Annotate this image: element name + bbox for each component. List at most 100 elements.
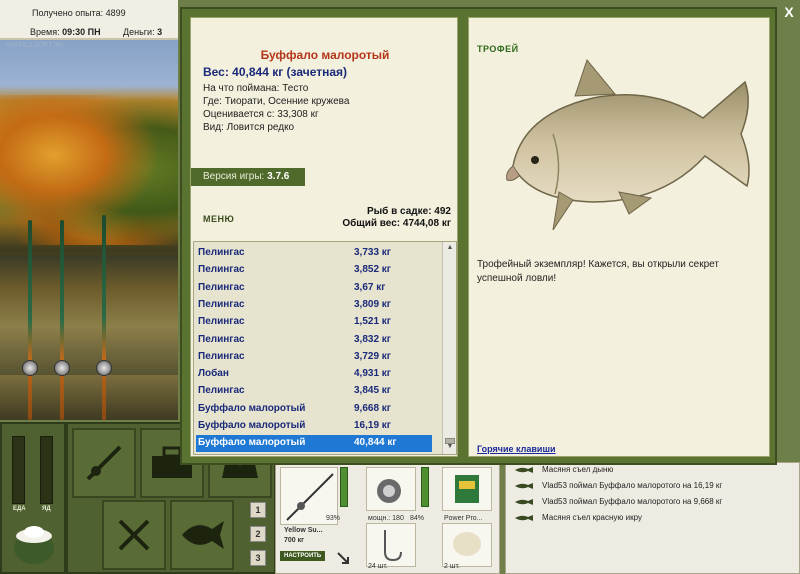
fishing-rod-1[interactable] bbox=[28, 220, 32, 420]
time-label: Время: bbox=[30, 27, 60, 37]
catch-fish-name: Пелингас bbox=[198, 385, 245, 397]
xp-value: 4899 bbox=[105, 8, 126, 18]
slot-button-2[interactable]: 2 bbox=[250, 526, 266, 542]
rod-weight: 700 кг bbox=[284, 537, 305, 544]
money-value: 3 bbox=[157, 27, 163, 37]
trophy-label: ТРОФЕЙ bbox=[477, 44, 519, 54]
keepnet-dialog: Буффало малоротый Вес: 40,844 кг (зачетн… bbox=[180, 7, 777, 465]
money-readout: Деньги: 3 bbox=[123, 27, 162, 37]
food-gauge-label: ЕДА bbox=[13, 506, 26, 512]
keepnet-button[interactable] bbox=[170, 500, 234, 570]
reel-slot[interactable] bbox=[366, 467, 416, 511]
catch-row[interactable]: Буффало малоротый 40,844 кг bbox=[196, 435, 432, 453]
scroll-down-arrow-icon[interactable]: ▼ bbox=[445, 442, 455, 452]
log-text: Масяня съел красную икру bbox=[542, 513, 642, 522]
trophy-description: Трофейный экземпляр! Кажется, вы открыли… bbox=[477, 259, 719, 284]
catch-row[interactable]: Буффало малоротый 9,668 кг bbox=[196, 401, 432, 418]
catch-fish-name: Пелингас bbox=[198, 264, 245, 276]
catch-row[interactable]: Лобан 4,931 кг bbox=[196, 366, 432, 383]
catch-fish-name: Пелингас bbox=[198, 316, 245, 328]
log-entry: Vlad53 поймал Буффало малоротого на 16,1… bbox=[514, 479, 794, 495]
bait-pot-icon[interactable] bbox=[8, 518, 60, 570]
version-tag: Версия игры: 3.7.6 bbox=[191, 168, 305, 186]
fishing-scene: INSTALLSOFT.RU bbox=[0, 40, 178, 420]
catch-list-scrollbar[interactable]: ▲ ▼ bbox=[442, 242, 456, 454]
catch-fish-name: Буффало малоротый bbox=[198, 402, 306, 414]
keepnet-count: Рыб в садке: 492 bbox=[366, 206, 451, 217]
bait-gauge bbox=[40, 436, 53, 504]
keepnet-total-weight: Общий вес: 4744,08 кг bbox=[342, 218, 451, 229]
fish-bait: На что поймана: Тесто bbox=[203, 83, 309, 94]
reel-1 bbox=[22, 360, 38, 376]
fish-weight: Вес: 40,844 кг (зачетная) bbox=[203, 65, 348, 79]
catch-row[interactable]: Пелингас 3,809 кг bbox=[196, 297, 432, 314]
catch-fish-name: Буффало малоротый bbox=[198, 437, 306, 449]
log-text: Масяня съел дыню bbox=[542, 465, 614, 474]
hotkeys-link[interactable]: Горячие клавиши bbox=[477, 444, 555, 454]
log-text: Vlad53 поймал Буффало малоротого на 16,1… bbox=[542, 481, 723, 490]
reel-thumbnail-icon bbox=[377, 479, 401, 503]
fork-knife-icon bbox=[118, 519, 150, 551]
rod-name: Yellow Su... bbox=[284, 527, 323, 534]
time-money-readout: Время: 09:30 ПН Деньги: 3 bbox=[30, 27, 162, 37]
rod-icon bbox=[86, 445, 122, 481]
hook-icon bbox=[384, 530, 402, 562]
catch-row[interactable]: Пелингас 3,852 кг bbox=[196, 262, 432, 279]
money-label: Деньги: bbox=[123, 27, 155, 37]
rod-tool-button[interactable] bbox=[72, 428, 136, 498]
catch-row[interactable]: Пелингас 1,521 кг bbox=[196, 314, 432, 331]
log-text: Vlad53 поймал Буффало малоротого на 9,66… bbox=[542, 497, 723, 506]
log-entry: Масяня съел красную икру bbox=[514, 511, 794, 527]
catch-fish-name: Пелингас bbox=[198, 350, 245, 362]
catch-row[interactable]: Пелингас 3,67 кг bbox=[196, 280, 432, 297]
bait-gauge-label: ЯД bbox=[42, 506, 51, 512]
reel-2 bbox=[54, 360, 70, 376]
catch-row[interactable]: Пелингас 3,733 кг bbox=[196, 245, 432, 262]
catch-row[interactable]: Буффало малоротый 16,19 кг bbox=[196, 418, 432, 435]
fish-location: Где: Тиорати, Осенние кружева bbox=[203, 96, 350, 107]
fish-icon bbox=[515, 483, 533, 489]
catch-row[interactable]: Пелингас 3,832 кг bbox=[196, 332, 432, 349]
slot-button-1[interactable]: 1 bbox=[250, 502, 266, 518]
catch-fish-weight: 1,521 кг bbox=[354, 316, 391, 328]
food-gauge bbox=[12, 436, 25, 504]
fishing-rod-2[interactable] bbox=[60, 220, 64, 420]
bait-slot[interactable] bbox=[442, 523, 492, 567]
log-entry: Масяня съел дыню bbox=[514, 463, 794, 479]
version-label: Версия игры: bbox=[203, 171, 265, 182]
version-value: 3.7.6 bbox=[267, 171, 290, 182]
fish-icon bbox=[515, 467, 533, 473]
catch-fish-weight: 40,844 кг bbox=[354, 437, 397, 449]
slot-button-3[interactable]: 3 bbox=[250, 550, 266, 566]
fish-icon bbox=[515, 515, 533, 521]
dough-bait-icon bbox=[453, 532, 481, 556]
catch-fish-name: Пелингас bbox=[198, 247, 245, 258]
catch-fish-weight: 4,931 кг bbox=[354, 368, 391, 380]
eat-button[interactable] bbox=[102, 500, 166, 570]
trophy-panel: ТРОФЕЙ Трофейный экземпляр! Кажется, вы … bbox=[468, 17, 770, 457]
catch-row[interactable]: Пелингас 3,845 кг bbox=[196, 383, 432, 400]
fish-rarity: Вид: Ловится редко bbox=[203, 122, 295, 133]
catch-fish-name: Пелингас bbox=[198, 333, 245, 345]
watermark: INSTALLSOFT.RU bbox=[6, 42, 64, 49]
catch-row[interactable]: Пелингас 3,729 кг bbox=[196, 349, 432, 366]
hook-slot[interactable] bbox=[366, 523, 416, 567]
scroll-up-arrow-icon[interactable]: ▲ bbox=[445, 243, 455, 253]
hooks-count: 24 шт. bbox=[368, 563, 388, 570]
log-entry: Vlad53 поймал Буффало малоротого на 9,66… bbox=[514, 495, 794, 511]
setup-button[interactable]: НАСТРОИТЬ bbox=[280, 551, 326, 561]
catch-list[interactable]: Пелингас 3,733 кг Пелингас 3,852 кг Пелингас… bbox=[193, 241, 457, 455]
trophy-fish-icon bbox=[506, 58, 750, 231]
close-button[interactable]: X bbox=[781, 4, 797, 20]
autumn-trees bbox=[0, 95, 178, 245]
arrow-icon bbox=[337, 552, 349, 564]
menu-button[interactable]: МЕНЮ bbox=[203, 214, 234, 224]
fish-icon bbox=[515, 499, 533, 505]
xp-label: Получено опыта: bbox=[32, 8, 104, 18]
fish-icon bbox=[182, 521, 224, 549]
catch-fish-weight: 3,832 кг bbox=[354, 333, 391, 345]
line-slot[interactable] bbox=[442, 467, 492, 511]
bait-count: 2 шт. bbox=[444, 563, 460, 570]
fishing-rod-3[interactable] bbox=[102, 215, 106, 420]
catch-fish-weight: 3,809 кг bbox=[354, 298, 391, 310]
